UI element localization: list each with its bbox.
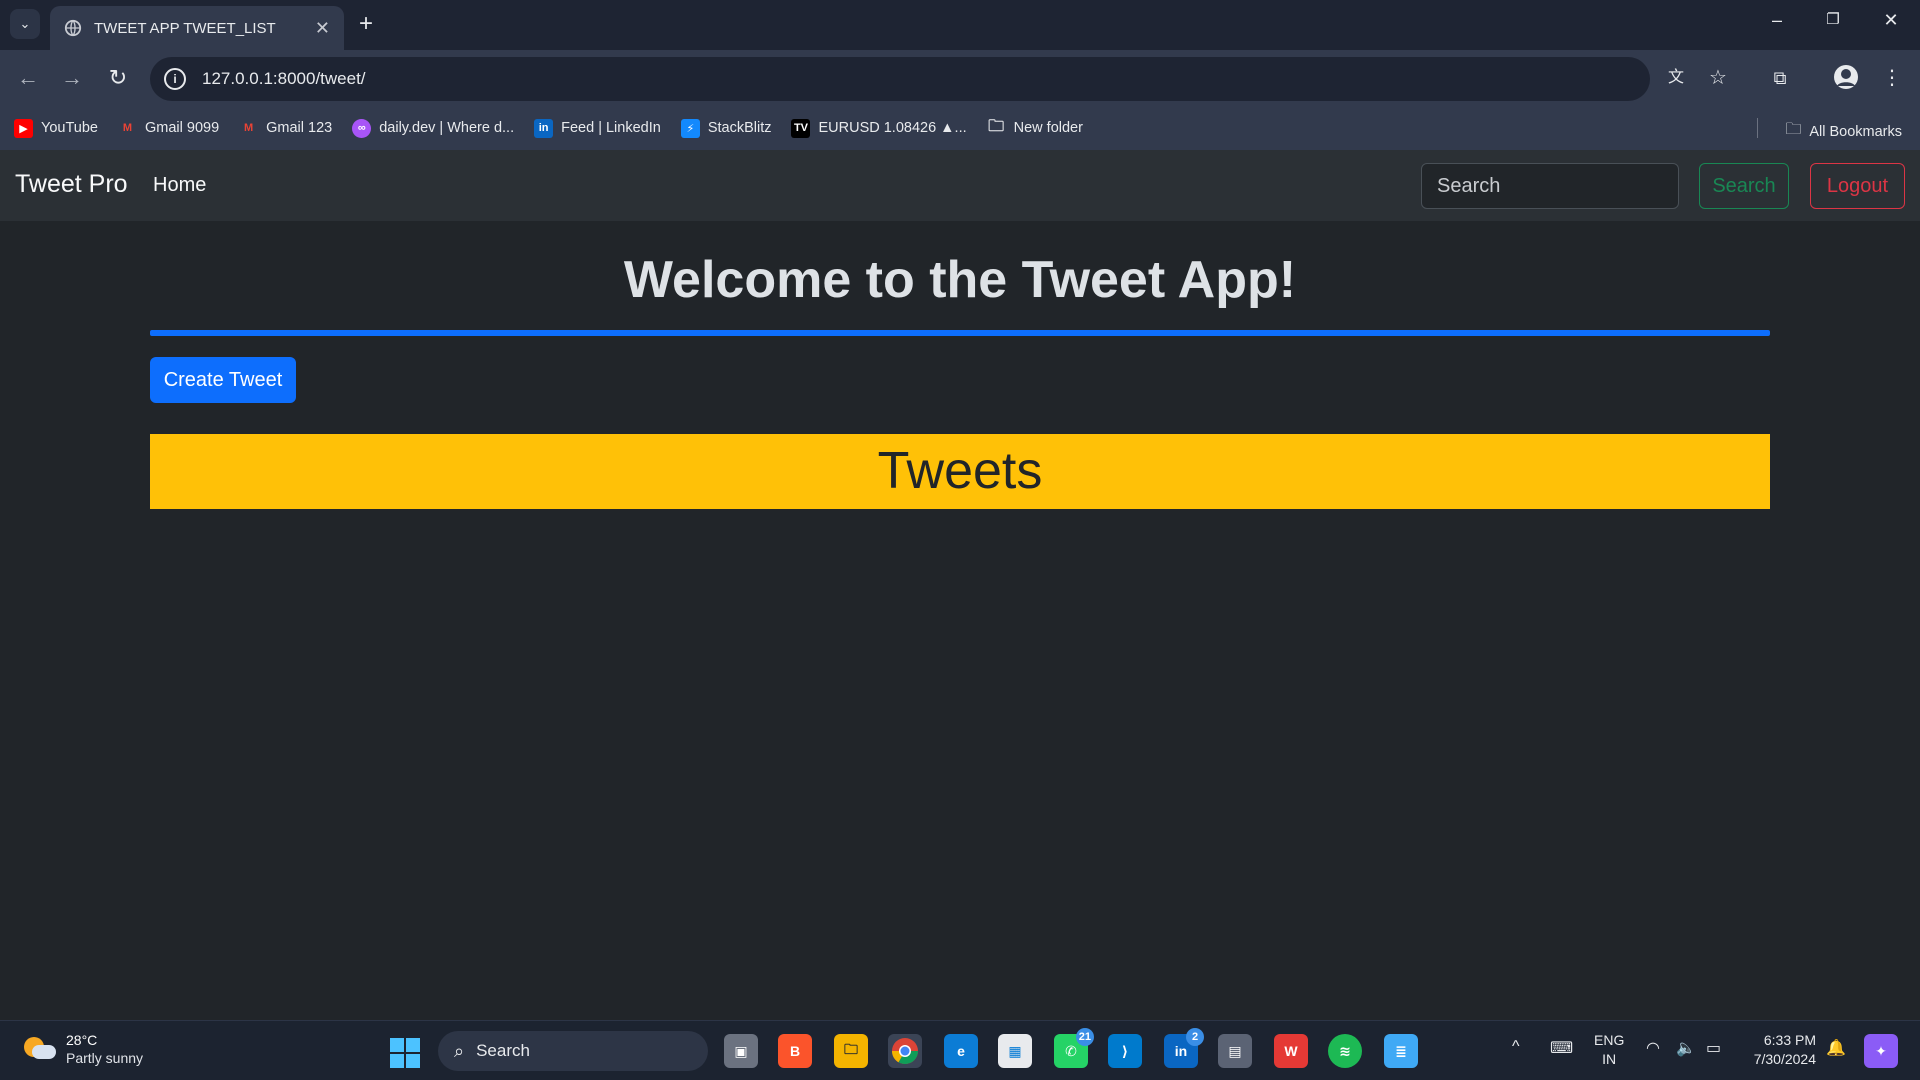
bookmark-label: New folder [1013, 120, 1083, 136]
address-url: 127.0.0.1:8000/tweet/ [202, 69, 366, 88]
tradingview-icon: TV [791, 118, 811, 138]
search-button[interactable]: Search [1699, 163, 1789, 209]
keyboard-icon[interactable]: ⌨ [1550, 1038, 1573, 1058]
dailydev-icon: ∞ [352, 118, 372, 138]
wps-office-icon[interactable]: W [1274, 1034, 1308, 1068]
notification-bell-icon[interactable]: 🔔 [1826, 1038, 1846, 1058]
browser-menu-icon[interactable]: ⋮ [1878, 64, 1906, 92]
tab-search-chevron-icon[interactable]: ⌄ [10, 9, 40, 39]
bookmark-gmail-9099[interactable]: M Gmail 9099 [118, 119, 219, 138]
folder-icon: 🗀 [1785, 121, 1802, 138]
whatsapp-badge: 21 [1075, 1028, 1094, 1046]
bookmark-label: Feed | LinkedIn [561, 120, 661, 136]
linkedin-app-icon[interactable]: in 2 [1164, 1028, 1204, 1068]
system-clock[interactable]: 6:33 PM 7/30/2024 [1744, 1031, 1816, 1069]
windows-start-icon[interactable] [390, 1038, 420, 1068]
clock-date: 7/30/2024 [1753, 1051, 1816, 1067]
bookmark-label: Gmail 9099 [144, 120, 220, 136]
brave-icon[interactable]: B [778, 1034, 812, 1068]
stackblitz-icon: ⚡ [680, 118, 700, 138]
taskbar-search[interactable]: ⌕ Search [438, 1031, 708, 1071]
address-bar[interactable]: i 127.0.0.1:8000/tweet/ [150, 57, 1650, 101]
app-navbar: Tweet Pro Home Search Logout [0, 150, 1920, 221]
task-view-icon[interactable]: ▣ [724, 1034, 758, 1068]
tab-title: TWEET APP TWEET_LIST [94, 19, 276, 37]
language-code: ENG [1594, 1032, 1625, 1048]
vscode-icon[interactable]: ⟩ [1108, 1034, 1142, 1068]
weather-temperature: 28°C [66, 1032, 98, 1048]
extensions-icon[interactable]: ⧉ [1766, 64, 1794, 92]
bookmark-label: daily.dev | Where d... [379, 120, 515, 136]
chrome-icon[interactable] [888, 1034, 922, 1068]
show-hidden-icons-chevron-icon[interactable]: ^ [1512, 1038, 1520, 1056]
bookmark-star-icon[interactable]: ☆ [1704, 64, 1732, 92]
translate-icon[interactable]: 文 [1662, 64, 1690, 92]
bookmark-label: EURUSD 1.08426 ▲... [818, 120, 967, 136]
wifi-icon[interactable]: ◠ [1646, 1038, 1660, 1058]
spotify-icon[interactable]: ≋ [1328, 1034, 1362, 1068]
search-input[interactable] [1421, 163, 1679, 209]
bookmarks-divider [1757, 118, 1758, 138]
minimize-icon[interactable]: – [1762, 10, 1792, 31]
clock-time: 6:33 PM [1763, 1032, 1816, 1048]
restore-icon[interactable]: ❐ [1818, 10, 1848, 28]
page-title: Welcome to the Tweet App! [623, 251, 1297, 309]
tab-close-icon[interactable]: ✕ [315, 18, 330, 39]
navbar-brand[interactable]: Tweet Pro [15, 170, 128, 199]
bookmarks-bar: ▶ YouTube M Gmail 9099 M Gmail 123 ∞ dai… [0, 106, 1920, 150]
logout-button[interactable]: Logout [1810, 163, 1905, 209]
bookmark-new-folder[interactable]: 🗀 New folder [987, 117, 1083, 138]
nav-link-home[interactable]: Home [153, 174, 206, 197]
folder-icon: 🗀 [988, 117, 1005, 135]
weather-condition: Partly sunny [66, 1050, 144, 1066]
linkedin-badge: 2 [1186, 1028, 1204, 1046]
bookmark-linkedin[interactable]: in Feed | LinkedIn [534, 118, 661, 138]
volume-icon[interactable]: 🔈 [1676, 1038, 1696, 1058]
back-icon[interactable]: ← [14, 64, 42, 92]
bookmark-dailydev[interactable]: ∞ daily.dev | Where d... [352, 118, 515, 138]
bookmark-stackblitz[interactable]: ⚡ StackBlitz [680, 118, 772, 138]
linkedin-icon: in [534, 118, 554, 138]
forward-icon[interactable]: → [58, 64, 86, 92]
all-bookmarks-button[interactable]: 🗀 All Bookmarks [1785, 118, 1902, 145]
battery-icon[interactable]: ▭ [1706, 1038, 1721, 1058]
globe-icon [64, 19, 82, 37]
browser-toolbar: ← → ↻ i 127.0.0.1:8000/tweet/ 文 ☆ ⧉ ⋮ [0, 50, 1920, 106]
windows-taskbar: 28°C Partly sunny ⌕ Search ▣ B 🗀 e ▦ ✆ 21… [0, 1020, 1920, 1080]
gmail-icon: M [122, 122, 133, 134]
taskbar-search-label: Search [476, 1041, 530, 1060]
region-code: IN [1602, 1051, 1617, 1067]
heading-divider [150, 330, 1770, 336]
create-tweet-button[interactable]: Create Tweet [150, 357, 296, 403]
browser-tab[interactable]: TWEET APP TWEET_LIST ✕ [50, 6, 344, 50]
notepad-icon[interactable]: ≣ [1384, 1034, 1418, 1068]
edge-icon[interactable]: e [944, 1034, 978, 1068]
search-icon: ⌕ [454, 1040, 465, 1061]
bookmark-label: Gmail 123 [266, 120, 333, 136]
calculator-icon[interactable]: ▤ [1218, 1034, 1252, 1068]
site-info-icon[interactable]: i [164, 68, 186, 90]
youtube-icon: ▶ [14, 118, 33, 138]
bookmark-youtube[interactable]: ▶ YouTube [14, 118, 98, 138]
bookmark-label: YouTube [41, 120, 98, 136]
file-explorer-icon[interactable]: 🗀 [834, 1034, 868, 1068]
tweets-banner: Tweets [150, 434, 1770, 509]
browser-tab-strip: ⌄ TWEET APP TWEET_LIST ✕ + – ❐ ✕ [0, 0, 1920, 50]
partly-sunny-icon [22, 1035, 56, 1063]
copilot-icon[interactable]: ✦ [1864, 1034, 1898, 1068]
profile-avatar-icon[interactable] [1832, 64, 1860, 92]
window-close-icon[interactable]: ✕ [1876, 10, 1906, 31]
bookmark-gmail-123[interactable]: M Gmail 123 [239, 119, 332, 138]
reload-icon[interactable]: ↻ [104, 64, 132, 92]
gmail-icon: M [244, 122, 254, 134]
language-indicator[interactable]: ENG IN [1594, 1031, 1624, 1069]
whatsapp-icon[interactable]: ✆ 21 [1054, 1028, 1094, 1068]
new-tab-icon[interactable]: + [352, 11, 380, 39]
bookmark-label: StackBlitz [707, 120, 772, 136]
weather-widget[interactable]: 28°C Partly sunny [22, 1031, 143, 1067]
bookmark-eurusd[interactable]: TV EURUSD 1.08426 ▲... [791, 118, 967, 138]
all-bookmarks-label: All Bookmarks [1809, 123, 1902, 140]
microsoft-store-icon[interactable]: ▦ [998, 1034, 1032, 1068]
